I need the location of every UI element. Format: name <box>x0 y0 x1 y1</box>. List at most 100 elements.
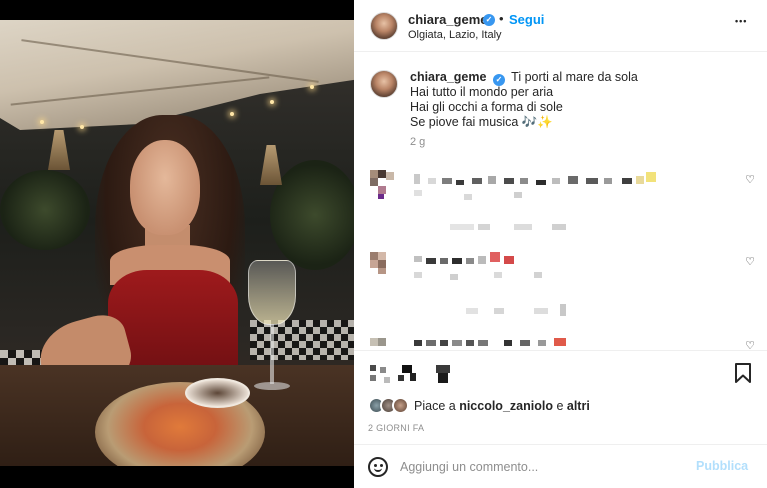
comment-pixel <box>414 190 422 196</box>
comment-composer: Pubblica <box>354 444 767 488</box>
action-icon-pixel[interactable] <box>438 373 448 383</box>
comment-pixel <box>514 192 522 198</box>
action-icon-pixel[interactable] <box>402 365 412 373</box>
post-photo[interactable] <box>0 20 354 466</box>
action-icon-pixel[interactable] <box>384 377 390 383</box>
caption-username[interactable]: chiara_geme <box>410 70 486 84</box>
likers-avatars[interactable] <box>368 397 412 415</box>
comment-pixel <box>414 340 422 346</box>
instagram-post-modal: chiara_geme ✓ • Segui Olgiata, Lazio, It… <box>0 0 767 488</box>
comment-input[interactable] <box>400 458 680 476</box>
comment-pixel <box>428 178 436 184</box>
glass-foot <box>254 382 290 390</box>
comment-avatar-pixel <box>378 194 384 199</box>
action-icon-pixel[interactable] <box>380 367 386 373</box>
comment-pixel <box>534 308 548 314</box>
action-icon-pixel[interactable] <box>370 365 376 371</box>
comment-pixel <box>586 178 598 184</box>
liker-username[interactable]: niccolo_zaniolo <box>459 399 553 413</box>
comment-avatar-pixel <box>370 178 378 186</box>
comment-pixel <box>494 272 502 278</box>
author-avatar[interactable] <box>370 12 398 40</box>
comment-pixel <box>464 194 472 200</box>
comment-pixel <box>536 180 546 185</box>
action-icon-pixel[interactable] <box>436 365 450 373</box>
comment-avatar-pixel <box>378 338 386 346</box>
more-options-icon[interactable]: ••• <box>735 16 747 26</box>
comment-avatar-pixel <box>378 268 386 274</box>
comment-avatar-pixel <box>386 172 394 180</box>
caption-avatar[interactable] <box>370 70 398 98</box>
hanging-lamp <box>260 145 282 185</box>
action-icon-pixel[interactable] <box>398 375 404 381</box>
comment-avatar-pixel <box>370 338 378 346</box>
follow-button[interactable]: Segui <box>509 12 544 27</box>
comment-pixel <box>414 256 422 262</box>
emoji-mouth <box>374 467 382 472</box>
comment-pixel <box>466 340 474 346</box>
post-date[interactable]: 2 GIORNI FA <box>368 423 424 433</box>
header-username[interactable]: chiara_geme <box>408 12 488 27</box>
likes-summary: Piace a niccolo_zaniolo e altri <box>414 399 590 413</box>
comment-pixel <box>478 224 490 230</box>
comment-avatar-pixel <box>378 260 386 268</box>
comment-pixel <box>440 340 448 346</box>
caption-line-1: Ti porti al mare da sola <box>511 70 638 84</box>
comment-pixel <box>520 178 528 184</box>
comment-pixel <box>466 258 474 264</box>
comment-pixel <box>452 340 462 346</box>
comments-list: ♡ ♡ ♡ <box>354 160 767 350</box>
comment-pixel <box>568 176 578 184</box>
comment-avatar-pixel <box>370 252 378 260</box>
glass-bowl <box>248 260 296 325</box>
wine-glass <box>248 260 296 400</box>
comment-pixel <box>552 224 566 230</box>
comment-pixel <box>504 178 514 184</box>
woman-face <box>130 140 200 235</box>
string-light <box>40 120 44 124</box>
background-plant <box>0 170 90 250</box>
comment-pixel <box>520 340 530 346</box>
photo-awning <box>0 20 354 130</box>
comment-avatar-pixel <box>378 186 386 194</box>
caption-time: 2 g <box>410 136 426 148</box>
comment-pixel <box>636 176 644 184</box>
comment-pixel <box>450 224 474 230</box>
heart-outline-icon[interactable]: ♡ <box>744 340 756 350</box>
background-plant <box>270 160 354 270</box>
caption-line-4: Se piove fai musica 🎶✨ <box>410 115 553 129</box>
verified-badge-icon: ✓ <box>483 14 495 26</box>
comment-pixel <box>466 308 478 314</box>
string-light <box>230 112 234 116</box>
comment-pixel <box>514 224 532 230</box>
comment-avatar-pixel <box>378 170 386 178</box>
likes-prefix: Piace a <box>414 399 456 413</box>
comment-pixel <box>452 258 462 264</box>
comment-pixel <box>560 304 566 316</box>
comment-pixel <box>488 176 496 184</box>
emoji-icon[interactable] <box>368 457 388 477</box>
likes-others-link[interactable]: altri <box>567 399 590 413</box>
post-location[interactable]: Olgiata, Lazio, Italy <box>408 29 502 41</box>
bookmark-icon[interactable] <box>734 363 752 383</box>
heart-outline-icon[interactable]: ♡ <box>744 174 756 186</box>
caption-line-2: Hai tutto il mondo per aria <box>410 85 554 99</box>
string-light <box>80 125 84 129</box>
caption-line-3: Hai gli occhi a forma di sole <box>410 100 563 114</box>
string-light <box>310 85 314 89</box>
comment-pixel <box>534 272 542 278</box>
comment-pixel <box>426 258 436 264</box>
action-icon-pixel[interactable] <box>370 375 376 381</box>
likes-conjunction: e <box>556 399 564 413</box>
comment-pixel <box>450 274 458 280</box>
comment-pixel <box>604 178 612 184</box>
publish-button[interactable]: Pubblica <box>696 459 748 473</box>
comment-pixel <box>478 256 486 264</box>
comment-pixel <box>456 180 464 185</box>
comment-avatar-pixel <box>378 252 386 260</box>
comment-pixel <box>440 258 448 264</box>
heart-outline-icon[interactable]: ♡ <box>744 256 756 268</box>
liker-avatar <box>392 397 409 414</box>
comment-pixel <box>538 340 546 346</box>
action-icon-pixel[interactable] <box>410 373 416 381</box>
